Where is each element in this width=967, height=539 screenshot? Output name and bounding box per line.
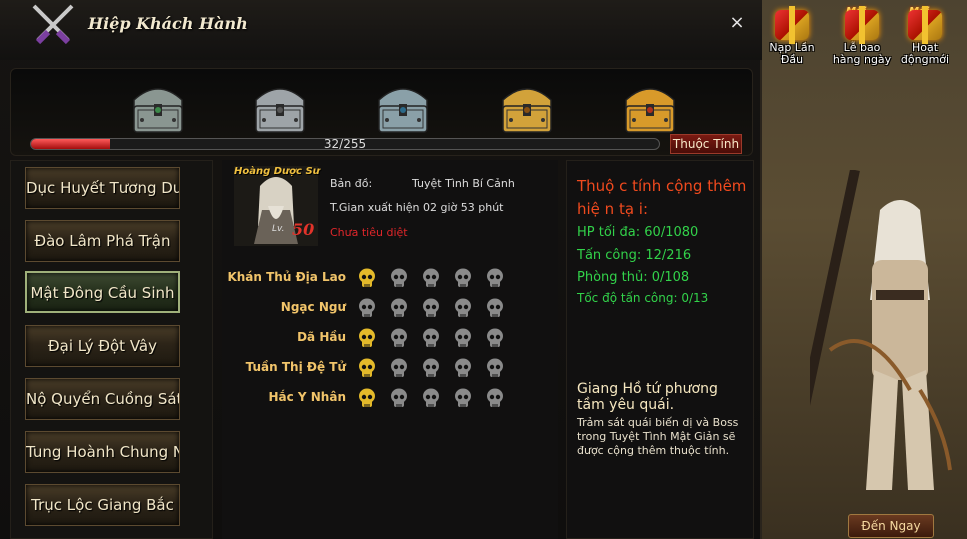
- skull-icon[interactable]: [422, 358, 440, 380]
- attr-speed: Tốc độ tấn công: 0/13: [577, 291, 709, 305]
- gift-box-icon: [775, 6, 809, 44]
- skull-icon[interactable]: [390, 268, 408, 290]
- quest-panel: Hiệp Khách Hành × 32/255 Thuộc Tính Dục …: [0, 0, 762, 539]
- progress-text: 32/255: [323, 138, 367, 150]
- gift-box-icon: [908, 6, 942, 44]
- treasure-chest-icon: [133, 88, 183, 133]
- crossed-swords-icon: [32, 4, 74, 45]
- skull-icon[interactable]: [358, 388, 376, 410]
- menu-item-2[interactable]: Đào Lâm Phá Trận: [25, 220, 180, 262]
- skull-icon[interactable]: [454, 328, 472, 350]
- hud-icon-label: Lễ bao hàng ngày: [832, 41, 892, 66]
- skull-icon[interactable]: [358, 298, 376, 320]
- skull-icon[interactable]: [358, 268, 376, 290]
- boss-row-name: Dã Hầu: [297, 330, 346, 344]
- hud-icon-nap-lan-dau[interactable]: Nạp Lần Đầu: [760, 6, 824, 68]
- reward-chest-1[interactable]: [128, 74, 188, 138]
- skull-icon[interactable]: [454, 388, 472, 410]
- quest-title: Giang Hồ tứ phương tầm yêu quái.: [577, 381, 718, 413]
- treasure-chest-icon: [502, 88, 552, 133]
- boss-row: Ngạc Ngư: [222, 298, 558, 322]
- skull-icon[interactable]: [358, 358, 376, 380]
- reward-progress-bar: 32/255: [30, 138, 660, 150]
- boss-row-name: Hắc Y Nhân: [268, 390, 346, 404]
- boss-row-name: Tuần Thị Đệ Tử: [245, 360, 346, 374]
- boss-row-name: Khán Thủ Địa Lao: [227, 270, 346, 284]
- skull-icon[interactable]: [486, 328, 504, 350]
- attr-hp: HP tối đa: 60/1080: [577, 225, 699, 240]
- boss-row: Dã Hầu: [222, 328, 558, 352]
- skull-icon[interactable]: [390, 358, 408, 380]
- boss-row-name: Ngạc Ngư: [280, 300, 346, 314]
- npc-character[interactable]: [810, 170, 960, 500]
- map-value: Tuyệt Tình Bí Cảnh: [412, 177, 515, 190]
- menu-item-6[interactable]: Tung Hoành Chung Nam: [25, 431, 180, 473]
- map-label: Bản đồ:: [330, 177, 373, 190]
- close-icon[interactable]: ×: [728, 14, 746, 32]
- appear-time: T.Gian xuất hiện 02 giờ 53 phút: [330, 201, 504, 214]
- boss-status: Chưa tiêu diệt: [330, 226, 408, 239]
- boss-row: Hắc Y Nhân: [222, 388, 558, 412]
- attr-attack: Tấn công: 12/216: [577, 248, 692, 263]
- menu-item-4[interactable]: Đại Lý Đột Vây: [25, 325, 180, 367]
- reward-chest-3[interactable]: [373, 74, 433, 138]
- treasure-chest-icon: [378, 88, 428, 133]
- skull-icon[interactable]: [454, 298, 472, 320]
- reward-chest-5[interactable]: [620, 74, 680, 138]
- skull-icon[interactable]: [390, 388, 408, 410]
- reward-chest-2[interactable]: [250, 74, 310, 138]
- skull-icon[interactable]: [454, 268, 472, 290]
- hud-icon-le-bao[interactable]: Mới Lễ bao hàng ngày: [830, 6, 894, 68]
- boss-row: Khán Thủ Địa Lao: [222, 268, 558, 292]
- reward-chest-4[interactable]: [497, 74, 557, 138]
- hud-icon-label: Hoạt độngmới: [900, 41, 950, 66]
- menu-item-3[interactable]: Mật Đông Cầu Sinh: [25, 271, 180, 313]
- boss-name: Hoàng Dược Sư: [234, 166, 320, 177]
- skull-icon[interactable]: [486, 298, 504, 320]
- go-now-button[interactable]: Đến Ngay: [848, 514, 934, 538]
- skull-icon[interactable]: [486, 268, 504, 290]
- level-prefix: Lv.: [272, 224, 285, 234]
- skull-icon[interactable]: [486, 388, 504, 410]
- treasure-chest-icon: [625, 88, 675, 133]
- hud-icon-label: Nạp Lần Đầu: [769, 41, 815, 66]
- skull-icon[interactable]: [422, 328, 440, 350]
- skull-icon[interactable]: [422, 298, 440, 320]
- boss-level: 50: [292, 220, 315, 239]
- stage-menu: Dục Huyết Tương Dương Đào Lâm Phá Trận M…: [10, 160, 213, 539]
- skull-icon[interactable]: [454, 358, 472, 380]
- skull-icon[interactable]: [390, 328, 408, 350]
- quest-description: Trảm sát quái biến dị và Boss trong Tuyệ…: [577, 416, 739, 457]
- attribute-title: Thuộ c tính cộng thêm hiệ n tạ i:: [577, 177, 747, 218]
- gift-box-icon: [845, 6, 879, 44]
- menu-item-7[interactable]: Trục Lộc Giang Bắc: [25, 484, 180, 526]
- attr-defense: Phòng thủ: 0/108: [577, 270, 690, 285]
- hud-icon-hoat-dong[interactable]: Mới Hoạt độngmới: [893, 6, 957, 68]
- skull-icon[interactable]: [390, 298, 408, 320]
- menu-item-1[interactable]: Dục Huyết Tương Dương: [25, 167, 180, 209]
- boss-info-panel: Hoàng Dược Sư Lv. 50 Bản đồ: Tuyệt Tình …: [222, 160, 558, 539]
- panel-title: Hiệp Khách Hành: [88, 14, 248, 33]
- treasure-chest-icon: [255, 88, 305, 133]
- skull-icon[interactable]: [422, 268, 440, 290]
- skull-icon[interactable]: [358, 328, 376, 350]
- attribute-button[interactable]: Thuộc Tính: [670, 134, 742, 154]
- boss-row: Tuần Thị Đệ Tử: [222, 358, 558, 382]
- skull-icon[interactable]: [486, 358, 504, 380]
- attribute-panel: Thuộ c tính cộng thêm hiệ n tạ i: HP tối…: [566, 160, 754, 539]
- menu-item-5[interactable]: Nộ Quyển Cuồng Sát: [25, 378, 180, 420]
- panel-header: Hiệp Khách Hành ×: [0, 0, 762, 60]
- skull-icon[interactable]: [422, 388, 440, 410]
